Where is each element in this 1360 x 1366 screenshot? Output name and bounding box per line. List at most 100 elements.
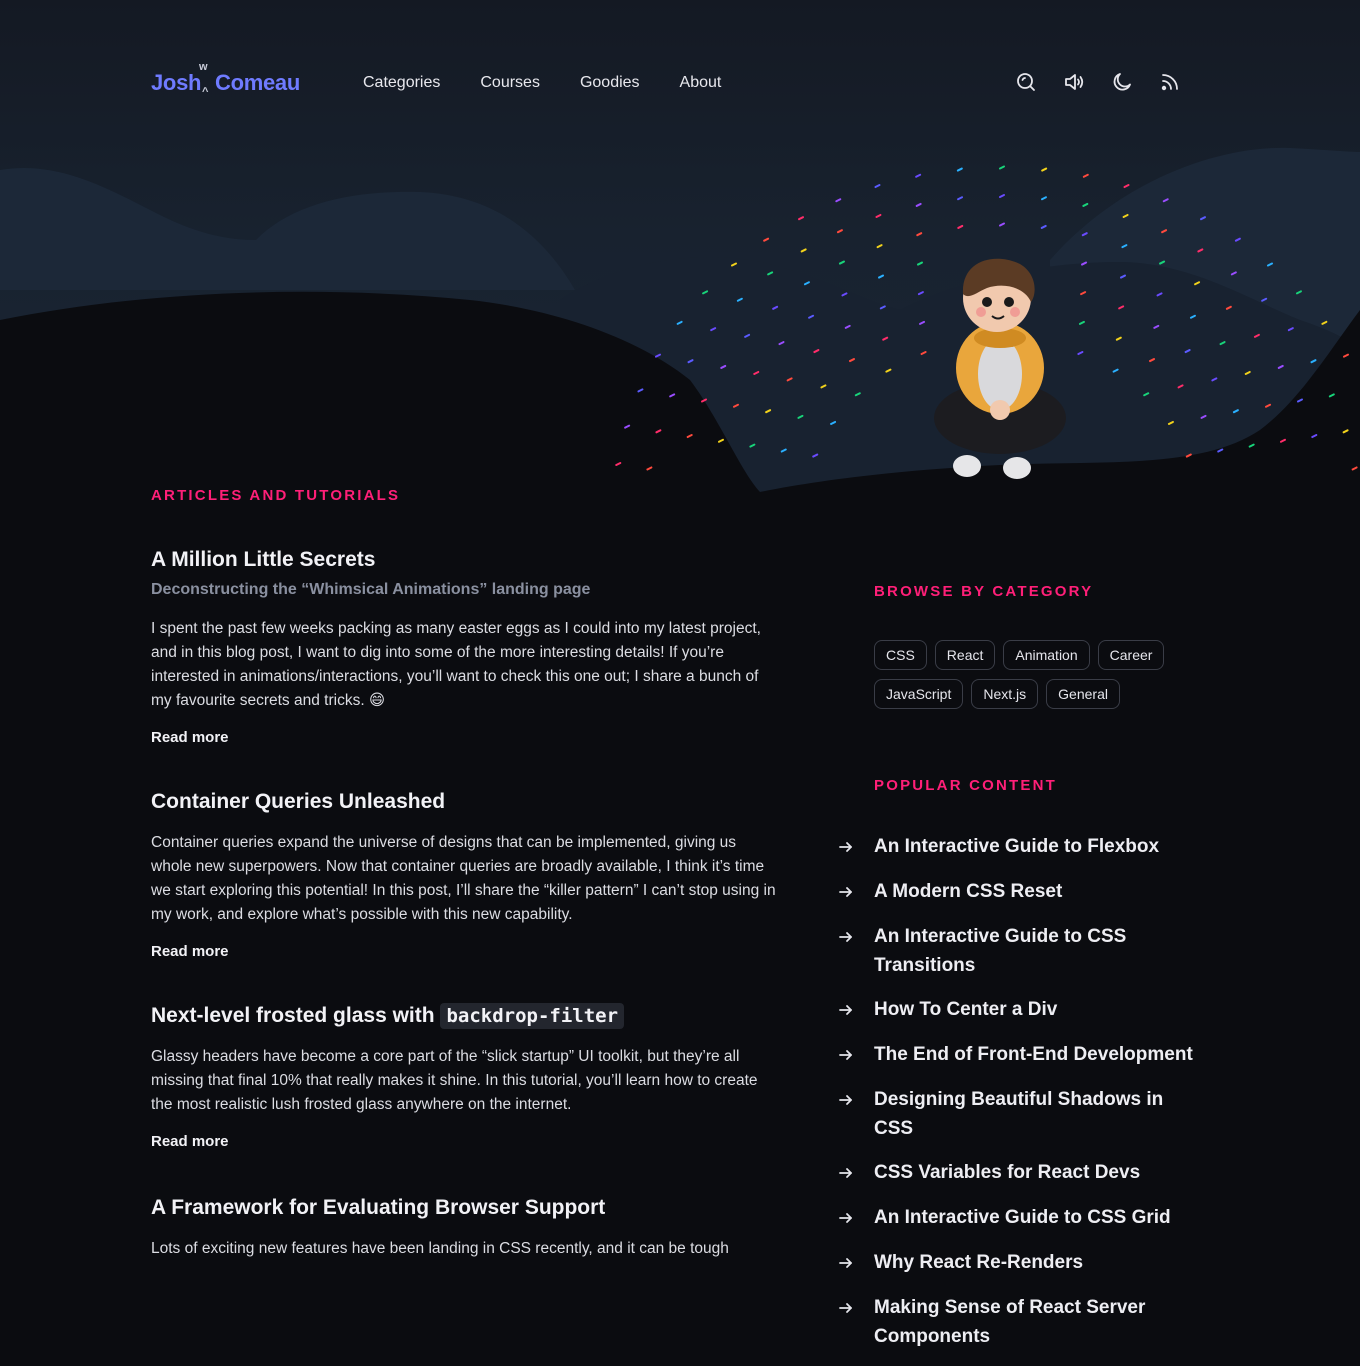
- confetti-dash: [1122, 213, 1129, 218]
- confetti-dash: [820, 384, 827, 389]
- confetti-dash: [1184, 349, 1191, 354]
- read-more-link[interactable]: Read more: [151, 729, 229, 746]
- confetti-dash: [813, 349, 820, 354]
- nav-courses[interactable]: Courses: [480, 74, 540, 92]
- confetti-dash: [772, 305, 779, 310]
- nav-categories[interactable]: Categories: [363, 74, 440, 92]
- popular-item[interactable]: How To Center a Div: [838, 995, 1198, 1025]
- confetti-dash: [717, 438, 724, 443]
- confetti-dash: [957, 224, 964, 229]
- popular-item-label: CSS Variables for React Devs: [874, 1162, 1141, 1183]
- popular-item[interactable]: Making Sense of React Server Components: [838, 1293, 1198, 1351]
- confetti-dash: [803, 281, 810, 286]
- confetti-dash: [780, 448, 787, 453]
- confetti-dash: [669, 393, 676, 398]
- popular-item[interactable]: An Interactive Guide to CSS Grid: [838, 1203, 1198, 1233]
- popular-item[interactable]: Designing Beautiful Shadows in CSS: [838, 1085, 1198, 1143]
- confetti-dash: [808, 314, 815, 319]
- confetti-dash: [1287, 327, 1294, 332]
- arrow-right-icon: [838, 1293, 874, 1323]
- confetti-dash: [736, 297, 743, 302]
- character-illustration: [934, 258, 1066, 479]
- confetti-dash: [702, 290, 709, 295]
- confetti-dash: [1253, 333, 1260, 338]
- confetti-dash: [1080, 291, 1087, 296]
- article-title[interactable]: A Framework for Evaluating Browser Suppo…: [151, 1193, 776, 1223]
- arrow-right-icon: [838, 922, 874, 952]
- confetti-dash: [1200, 414, 1207, 419]
- confetti-dash: [1119, 274, 1126, 279]
- arrow-right-icon: [838, 877, 874, 907]
- category-chip-general[interactable]: General: [1046, 679, 1120, 709]
- confetti-dash: [917, 291, 924, 296]
- confetti-dash: [1219, 341, 1226, 346]
- popular-item[interactable]: CSS Variables for React Devs: [838, 1158, 1198, 1188]
- popular-item[interactable]: A Modern CSS Reset: [838, 877, 1198, 907]
- nav-about[interactable]: About: [680, 74, 722, 92]
- confetti-dash: [732, 403, 739, 408]
- article-title[interactable]: A Million Little Secrets: [151, 545, 776, 575]
- confetti-dash: [786, 377, 793, 382]
- arrow-right-icon: [838, 1203, 874, 1233]
- confetti-dash: [885, 368, 892, 373]
- confetti-dash: [1167, 420, 1174, 425]
- confetti-dash: [1265, 403, 1272, 408]
- sound-on-icon[interactable]: [1062, 70, 1086, 94]
- confetti-dash: [1280, 438, 1287, 443]
- article-title-code: backdrop-filter: [440, 1003, 625, 1029]
- nav-goodies[interactable]: Goodies: [580, 74, 640, 92]
- category-chip-career[interactable]: Career: [1097, 640, 1165, 670]
- confetti-dash: [767, 271, 774, 276]
- confetti-dash: [915, 173, 922, 178]
- logo-first-name: Josh: [151, 70, 202, 95]
- popular-item-label: An Interactive Guide to Flexbox: [874, 836, 1160, 857]
- confetti-dash: [874, 184, 881, 189]
- popular-item[interactable]: The End of Front-End Development: [838, 1040, 1198, 1070]
- moon-icon[interactable]: [1110, 70, 1134, 94]
- confetti-dash: [1266, 262, 1273, 267]
- confetti-dash: [838, 260, 845, 265]
- popular-item-label: An Interactive Guide to CSS Transitions: [874, 926, 1127, 976]
- category-chip-css[interactable]: CSS: [874, 640, 927, 670]
- confetti-dash: [1121, 244, 1128, 249]
- category-chip-react[interactable]: React: [934, 640, 996, 670]
- confetti-dash: [957, 196, 964, 201]
- confetti-dash: [720, 364, 727, 369]
- confetti-dash: [686, 434, 693, 439]
- confetti-dash: [797, 414, 804, 419]
- read-more-link[interactable]: Read more: [151, 943, 229, 960]
- confetti-dash: [878, 274, 885, 279]
- article-excerpt: Lots of exciting new features have been …: [151, 1240, 729, 1257]
- main-nav: Categories Courses Goodies About: [363, 74, 721, 92]
- confetti-dash: [1194, 281, 1201, 286]
- confetti-dash: [879, 305, 886, 310]
- article-title-text: Next-level frosted glass with: [151, 1004, 435, 1027]
- articles-section-label: Articles and Tutorials: [151, 487, 401, 504]
- article-excerpt: I spent the past few weeks packing as ma…: [151, 620, 761, 709]
- confetti-dash: [615, 462, 622, 467]
- site-logo[interactable]: Josh w ^ Comeau: [151, 61, 311, 104]
- popular-item[interactable]: Why React Re-Renders: [838, 1248, 1198, 1278]
- confetti-dash: [836, 229, 843, 234]
- article-title[interactable]: Next-level frosted glass with backdrop-f…: [151, 1001, 776, 1031]
- confetti-dash: [763, 237, 770, 242]
- confetti-dash: [731, 262, 738, 267]
- read-more-link[interactable]: Read more: [151, 1133, 229, 1150]
- confetti-dash: [1248, 443, 1255, 448]
- search-icon[interactable]: [1014, 70, 1038, 94]
- popular-item[interactable]: An Interactive Guide to Flexbox: [838, 832, 1198, 862]
- category-chip-nextjs[interactable]: Next.js: [971, 679, 1039, 709]
- rss-icon[interactable]: [1158, 70, 1182, 94]
- article-subtitle: Deconstructing the “Whimsical Animations…: [151, 581, 591, 598]
- popular-item[interactable]: An Interactive Guide to CSS Transitions: [838, 922, 1198, 980]
- confetti-dash: [676, 320, 683, 325]
- article-title[interactable]: Container Queries Unleashed: [151, 787, 776, 817]
- confetti-dash: [753, 370, 760, 375]
- article-excerpt: Glassy headers have become a core part o…: [151, 1048, 758, 1113]
- category-chip-animation[interactable]: Animation: [1003, 640, 1090, 670]
- confetti-dash: [876, 244, 883, 249]
- confetti-dash: [916, 232, 923, 237]
- confetti-dash: [835, 198, 842, 203]
- category-chip-javascript[interactable]: JavaScript: [874, 679, 964, 709]
- arrow-right-icon: [838, 1085, 874, 1115]
